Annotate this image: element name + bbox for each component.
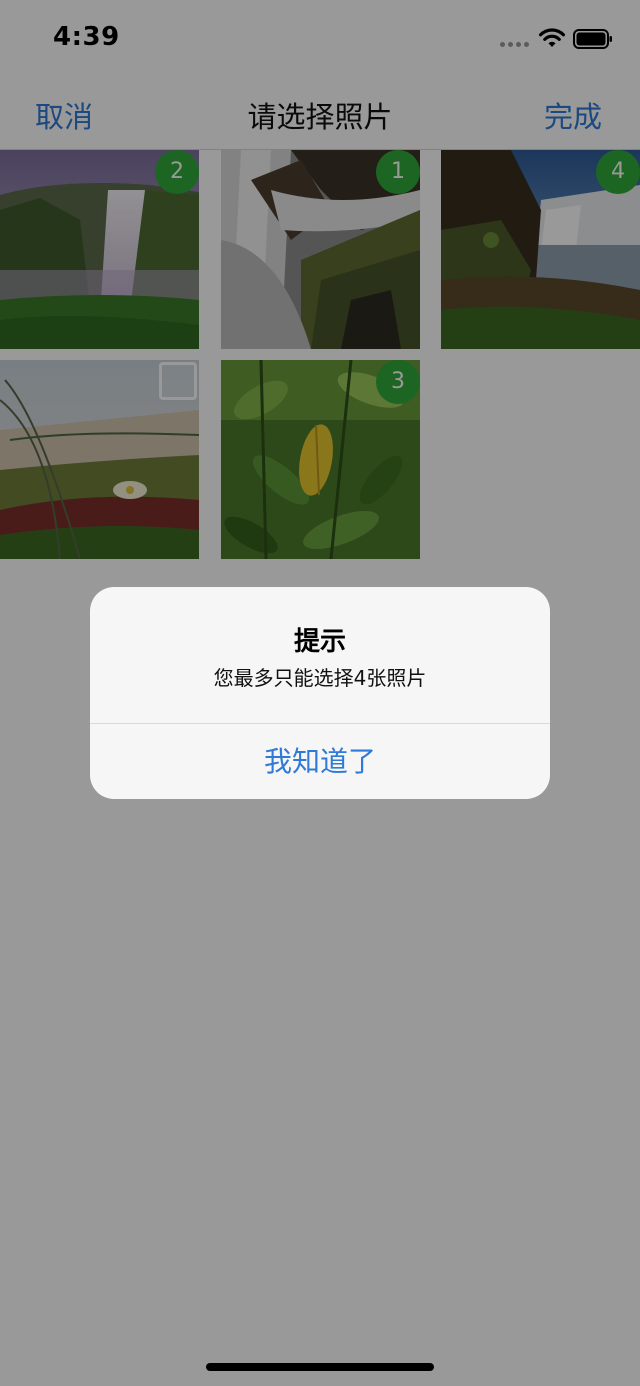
alert-title: 提示 xyxy=(293,627,346,657)
home-indicator[interactable] xyxy=(206,1363,434,1371)
alert-dialog: 提示 您最多只能选择4张照片 我知道了 xyxy=(90,587,550,799)
alert-message: 您最多只能选择4张照片 xyxy=(213,666,427,690)
alert-ok-button[interactable]: 我知道了 xyxy=(90,724,550,799)
